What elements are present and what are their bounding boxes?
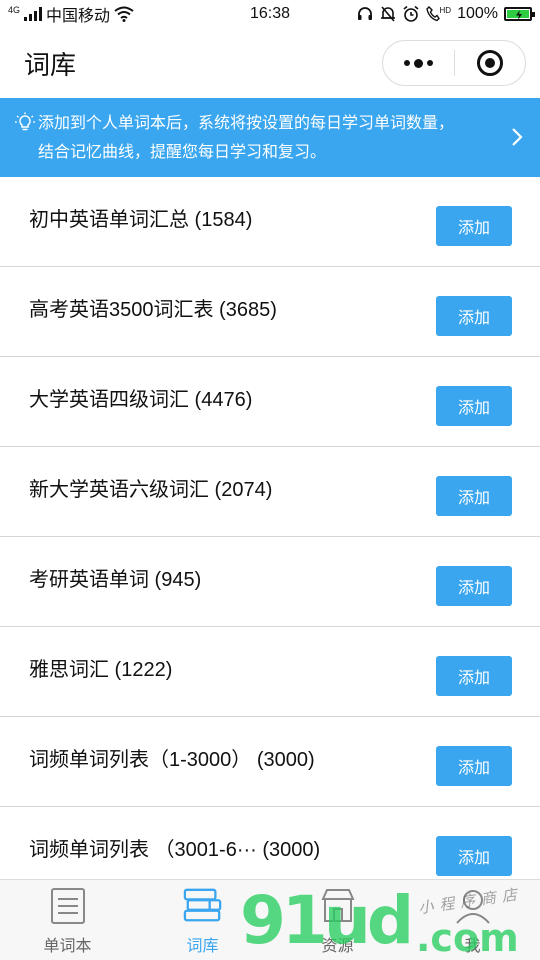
battery-icon: [504, 7, 535, 21]
charging-bolt-icon: [516, 10, 522, 20]
clock: 16:38: [249, 5, 291, 22]
alarm-icon: [403, 5, 419, 22]
wordbook-name: 新大学英语六级词汇 (2074): [29, 479, 273, 501]
nav-header: 词库: [0, 28, 540, 98]
tab-label: 我: [464, 938, 481, 955]
lightbulb-icon: [15, 112, 35, 131]
books-icon: [183, 886, 223, 926]
hd-label: HD: [439, 5, 452, 15]
wordbook-name: 考研英语单词 (945): [29, 569, 202, 591]
add-button[interactable]: 添加: [436, 745, 512, 786]
wordbook-name: 雅思词汇 (1222): [29, 659, 173, 681]
add-button[interactable]: 添加: [436, 295, 512, 336]
tab-label: 资源: [321, 938, 354, 955]
tab-bar: 单词本 词库 资源 我: [0, 879, 540, 960]
network-type: 4G: [8, 5, 21, 15]
tab-resources[interactable]: 资源: [270, 880, 405, 960]
info-banner[interactable]: 添加到个人单词本后，系统将按设置的每日学习单词数量， 结合记忆曲线，提醒您每日学…: [0, 98, 540, 177]
page-title: 词库: [24, 49, 77, 80]
wordbook-name: 高考英语3500词汇表 (3685): [29, 299, 277, 321]
bell-muted-icon: [380, 6, 395, 22]
list-item: 考研英语单词 (945) 添加: [0, 537, 540, 627]
add-button[interactable]: 添加: [436, 475, 512, 516]
wordbook-name: 词频单词列表 （3001-6··· (3000): [29, 839, 321, 861]
tab-me[interactable]: 我: [405, 880, 540, 960]
add-button[interactable]: 添加: [436, 835, 512, 876]
wordbook-name: 初中英语单词汇总 (1584): [29, 209, 253, 231]
banner-text: 添加到个人单词本后，系统将按设置的每日学习单词数量， 结合记忆曲线，提醒您每日学…: [36, 109, 454, 167]
banner-line-1: 添加到个人单词本后，系统将按设置的每日学习单词数量，: [38, 114, 455, 132]
phone-icon: [425, 6, 440, 22]
list-item: 词频单词列表（1-3000） (3000) 添加: [0, 717, 540, 807]
wordbook-list: 初中英语单词汇总 (1584) 添加 高考英语3500词汇表 (3685) 添加…: [0, 177, 540, 897]
banner-line-2: 结合记忆曲线，提醒您每日学习和复习。: [38, 143, 327, 161]
chevron-right-icon: [512, 128, 523, 146]
add-button[interactable]: 添加: [436, 655, 512, 696]
status-right: HD 100%: [332, 5, 535, 23]
headset-icon: [357, 7, 372, 20]
list-item: 初中英语单词汇总 (1584) 添加: [0, 177, 540, 267]
more-dots-icon: [403, 58, 433, 68]
battery-level: [507, 10, 529, 20]
wifi-icon: [114, 6, 134, 22]
carrier-name: 中国移动: [46, 8, 111, 25]
more-button[interactable]: [383, 41, 454, 85]
store-icon: [318, 886, 358, 926]
list-item: 雅思词汇 (1222) 添加: [0, 627, 540, 717]
battery-percent: 100%: [457, 5, 498, 22]
status-left: 4G 中国移动: [8, 2, 208, 26]
signal-icon: [24, 7, 43, 21]
target-icon: [476, 50, 503, 76]
notebook-icon: [48, 886, 88, 926]
list-item: 高考英语3500词汇表 (3685) 添加: [0, 267, 540, 357]
wordbook-name: 大学英语四级词汇 (4476): [29, 389, 253, 411]
close-miniprogram-button[interactable]: [455, 41, 526, 85]
list-item: 新大学英语六级词汇 (2074) 添加: [0, 447, 540, 537]
add-button[interactable]: 添加: [436, 385, 512, 426]
tab-label: 单词本: [43, 938, 92, 955]
tab-library[interactable]: 词库: [135, 880, 270, 960]
tab-label: 词库: [186, 938, 219, 955]
wordbook-name: 词频单词列表（1-3000） (3000): [29, 749, 315, 771]
tab-wordbook[interactable]: 单词本: [0, 880, 135, 960]
add-button[interactable]: 添加: [436, 565, 512, 606]
list-item: 大学英语四级词汇 (4476) 添加: [0, 357, 540, 447]
status-bar: 4G 中国移动 16:38 HD 100%: [0, 0, 540, 28]
miniprogram-capsule: [382, 40, 526, 86]
add-button[interactable]: 添加: [436, 205, 512, 246]
hd-call-indicator: HD: [425, 5, 452, 22]
user-icon: [453, 886, 493, 926]
